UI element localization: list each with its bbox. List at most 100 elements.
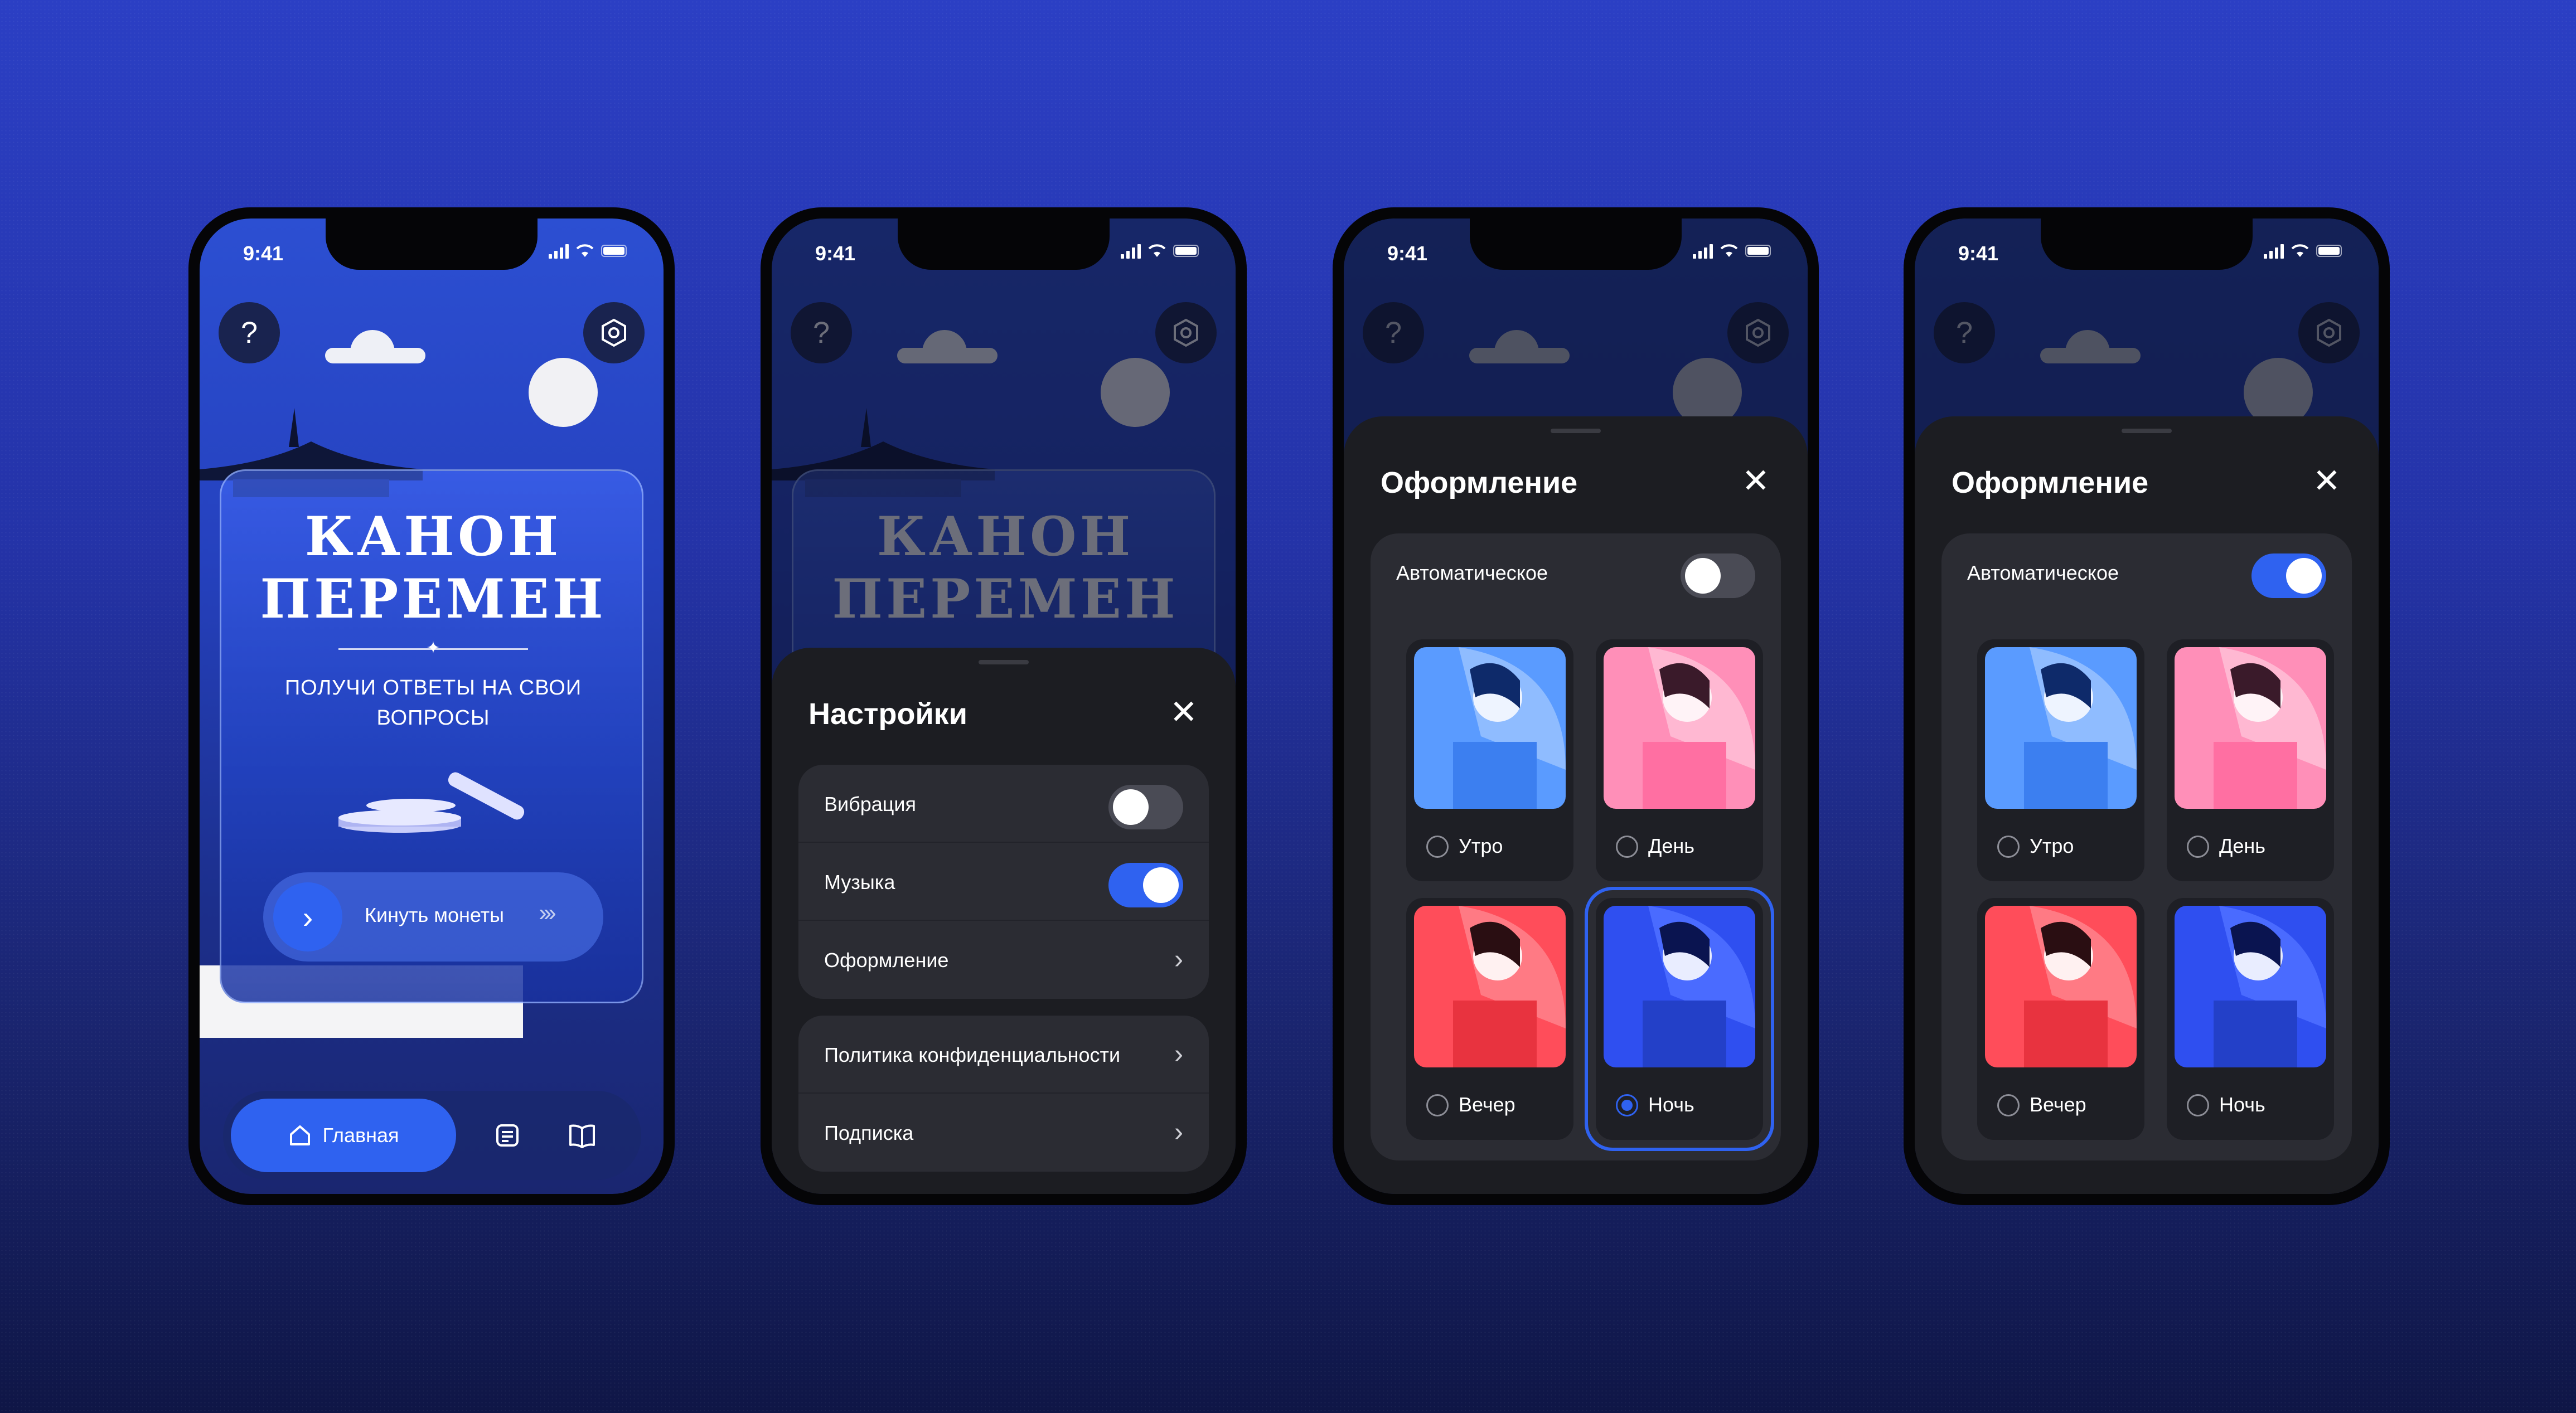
tab-bar: Главная: [223, 1091, 641, 1180]
theme-label: Вечер: [1459, 1093, 1515, 1116]
signal-icon: [549, 243, 569, 259]
chevrons-right-icon: ›››: [539, 899, 556, 926]
row-label: Подписка: [824, 1121, 914, 1144]
music-toggle[interactable]: [1108, 863, 1183, 907]
theme-card-morning[interactable]: Утро: [1977, 639, 2144, 881]
day-illustration: [2175, 647, 2326, 809]
phone-home: 9:41 ? КАНОН ПЕРЕМЕН ✦ ПОЛУЧИ ОТВЕТЫ НА …: [188, 207, 675, 1205]
home-icon: [290, 1125, 311, 1145]
theme-panel: Автоматическое Утро День Вечер Ночь: [1941, 533, 2352, 1160]
auto-toggle[interactable]: [2251, 553, 2326, 598]
signal-icon: [1121, 243, 1141, 259]
chevron-right-icon: ›: [273, 882, 342, 951]
status-time: 9:41: [1387, 242, 1428, 265]
tab-list[interactable]: [486, 1114, 529, 1157]
status-time: 9:41: [1958, 242, 1999, 265]
phone-settings: 9:41 ? КАНОН ПЕРЕМЕН: [761, 207, 1247, 1205]
radio-button[interactable]: [1426, 1094, 1449, 1116]
hero-card: КАНОН ПЕРЕМЕН ✦ ПОЛУЧИ ОТВЕТЫ НА СВОИ ВО…: [220, 469, 643, 1003]
theme-card-evening[interactable]: Вечер: [1977, 898, 2144, 1140]
row-vibration[interactable]: Вибрация: [798, 765, 1209, 843]
radio-button[interactable]: [2187, 836, 2209, 858]
row-privacy[interactable]: Политика конфиденциальности ›: [798, 1016, 1209, 1094]
theme-label: Утро: [1459, 834, 1503, 857]
theme-card-night[interactable]: Ночь: [1585, 887, 1774, 1151]
row-auto[interactable]: Автоматическое: [1941, 533, 2352, 611]
theme-cards: Утро День Вечер Ночь: [1406, 639, 1774, 1152]
chevron-right-icon: ›: [1174, 945, 1183, 974]
theme-card-day[interactable]: День: [1596, 639, 1763, 881]
close-icon[interactable]: ✕: [2313, 464, 2341, 498]
gear-icon: [602, 318, 626, 347]
help-button[interactable]: ?: [219, 302, 280, 363]
theme-card-day[interactable]: День: [2167, 639, 2334, 881]
book-icon: [569, 1124, 595, 1148]
sheet-grabber[interactable]: [979, 660, 1029, 664]
phone-theme-auto: 9:41 ? Оформление ✕ Автоматическое: [1904, 207, 2390, 1205]
wifi-icon: [1720, 244, 1738, 257]
settings-button[interactable]: [583, 302, 645, 363]
theme-label: День: [1648, 834, 1695, 857]
tab-home[interactable]: Главная: [231, 1099, 456, 1172]
row-label: Вибрация: [824, 793, 917, 815]
sheet-grabber[interactable]: [1551, 429, 1601, 433]
theme-label: Ночь: [2219, 1093, 2265, 1116]
close-icon[interactable]: ✕: [1170, 696, 1198, 729]
wifi-icon: [1148, 244, 1166, 257]
phone-theme-manual: 9:41 ? Оформление ✕ Автоматическое: [1333, 207, 1819, 1205]
moon: [529, 358, 598, 427]
home-scene: ? КАНОН ПЕРЕМЕН ✦ ПОЛУЧИ ОТВЕТЫ НА СВОИ …: [200, 218, 664, 1194]
throw-coins-button[interactable]: › Кинуть монеты ›››: [263, 872, 603, 962]
tab-home-label: Главная: [322, 1124, 399, 1147]
radio-button[interactable]: [1616, 836, 1638, 858]
evening-illustration: [1414, 906, 1566, 1067]
settings-group-secondary: Политика конфиденциальности › Подписка ›: [798, 1016, 1209, 1172]
theme-label: День: [2219, 834, 2266, 857]
throw-coins-label: Кинуть монеты: [365, 904, 505, 926]
radio-button[interactable]: [1997, 836, 2020, 858]
evening-illustration: [1985, 906, 2137, 1067]
battery-icon: [1173, 245, 1199, 257]
auto-toggle[interactable]: [1681, 553, 1755, 598]
close-icon[interactable]: ✕: [1742, 464, 1770, 498]
theme-card-morning[interactable]: Утро: [1406, 639, 1573, 881]
vibration-toggle[interactable]: [1108, 785, 1183, 829]
radio-button-selected[interactable]: [1616, 1094, 1638, 1116]
row-music[interactable]: Музыка: [798, 843, 1209, 921]
battery-icon: [601, 245, 627, 257]
theme-label: Вечер: [2030, 1093, 2086, 1116]
status-bar: 9:41: [200, 242, 664, 270]
row-appearance[interactable]: Оформление ›: [798, 921, 1209, 999]
status-bar: 9:41: [772, 242, 1236, 270]
cloud: [325, 330, 425, 363]
chevron-right-icon: ›: [1174, 1118, 1183, 1147]
theme-card-night[interactable]: Ночь: [2167, 898, 2334, 1140]
radio-button[interactable]: [1426, 836, 1449, 858]
battery-icon: [1745, 245, 1771, 257]
tab-book[interactable]: [561, 1114, 603, 1157]
help-icon: ?: [240, 316, 258, 349]
list-icon: [496, 1124, 519, 1147]
status-time: 9:41: [243, 242, 284, 265]
row-auto[interactable]: Автоматическое: [1371, 533, 1781, 611]
radio-button[interactable]: [2187, 1094, 2209, 1116]
home-screen: 9:41 ? КАНОН ПЕРЕМЕН ✦ ПОЛУЧИ ОТВЕТЫ НА …: [200, 218, 664, 1194]
title-line-2: ПЕРЕМЕН: [260, 567, 607, 630]
radio-button[interactable]: [1997, 1094, 2020, 1116]
theme-panel: Автоматическое Утро День Вечер Ночь: [1371, 533, 1781, 1160]
subtitle: ПОЛУЧИ ОТВЕТЫ НА СВОИ ВОПРОСЫ: [284, 676, 582, 730]
row-label: Оформление: [824, 949, 949, 972]
row-label: Автоматическое: [1396, 561, 1548, 584]
wifi-icon: [2291, 244, 2309, 257]
status-bar: 9:41: [1344, 242, 1808, 270]
theme-card-evening[interactable]: Вечер: [1406, 898, 1573, 1140]
theme-screen: 9:41 ? Оформление ✕ Автоматическое: [1915, 218, 2379, 1194]
status-bar: 9:41: [1915, 242, 2379, 270]
sheet-title: Оформление: [1381, 466, 1578, 499]
row-label: Политика конфиденциальности: [824, 1043, 1121, 1066]
sheet-grabber[interactable]: [2122, 429, 2172, 433]
settings-screen: 9:41 ? КАНОН ПЕРЕМЕН: [772, 218, 1236, 1194]
night-illustration: [2175, 906, 2326, 1067]
row-subscription[interactable]: Подписка ›: [798, 1094, 1209, 1172]
morning-illustration: [1985, 647, 2137, 809]
